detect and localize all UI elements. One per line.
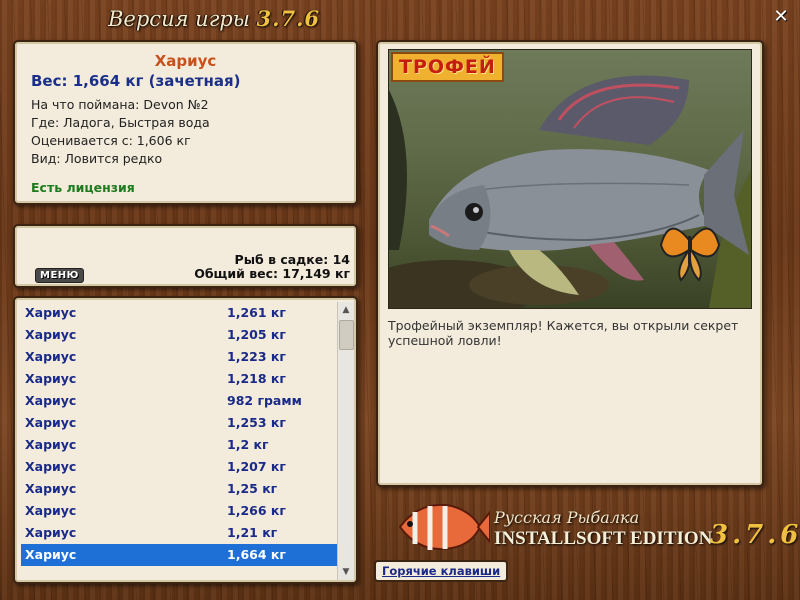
catch-row-weight: 1,205 кг <box>227 327 286 342</box>
window-title: Версия игры 3.7.6 <box>108 6 320 31</box>
catch-list: Хариус 1,261 кг Хариус 1,205 кг Хариус 1,223 … <box>21 302 337 566</box>
catch-row-name: Хариус <box>25 503 77 518</box>
catch-row-name: Хариус <box>25 481 77 496</box>
catch-row-weight: 1,253 кг <box>227 415 286 430</box>
catch-row-weight: 1,218 кг <box>227 371 286 386</box>
catch-row[interactable]: Хариус 1,253 кг <box>21 412 337 434</box>
total-weight: Общий вес: 17,149 кг <box>194 266 350 281</box>
threshold-info: Оценивается с: 1,606 кг <box>31 133 191 148</box>
catch-row-name: Хариус <box>25 525 77 540</box>
fish-count: Рыб в садке: 14 <box>234 252 350 267</box>
scroll-thumb[interactable] <box>339 320 354 350</box>
scroll-down-icon[interactable]: ▼ <box>338 564 354 580</box>
fish-weight: Вес: 1,664 кг (зачетная) <box>31 72 241 90</box>
catch-row-weight: 1,2 кг <box>227 437 269 452</box>
trophy-panel: ТРОФЕЙ Трофейный экземпляр! Кажется, вы … <box>376 40 764 487</box>
trophy-badge: ТРОФЕЙ <box>391 52 504 82</box>
bait-info: На что поймана: Devon №2 <box>31 97 209 112</box>
catch-row-weight: 1,223 кг <box>227 349 286 364</box>
catch-row[interactable]: Хариус 982 грамм <box>21 390 337 412</box>
close-button[interactable]: ✕ <box>772 8 790 26</box>
catch-row-name: Хариус <box>25 459 77 474</box>
catch-row[interactable]: Хариус 1,218 кг <box>21 368 337 390</box>
catch-list-scrollbar[interactable]: ▲ ▼ <box>337 302 354 580</box>
trophy-caption: Трофейный экземпляр! Кажется, вы открыли… <box>388 318 739 348</box>
butterfly-icon <box>659 227 721 282</box>
fish-name: Хариус <box>154 52 217 70</box>
catch-row[interactable]: Хариус 1,205 кг <box>21 324 337 346</box>
game-logo: Русская Рыбалка INSTALLSOFT EDITION 3.7.… <box>390 492 798 562</box>
place-info: Где: Ладога, Быстрая вода <box>31 115 210 130</box>
catch-row-weight: 1,25 кг <box>227 481 278 496</box>
catch-list-panel: Хариус 1,261 кг Хариус 1,205 кг Хариус 1,223 … <box>13 296 358 584</box>
catch-row-name: Хариус <box>25 327 77 342</box>
logo-edition: INSTALLSOFT EDITION <box>494 528 713 549</box>
logo-game-name: Русская Рыбалка <box>494 508 640 527</box>
catch-row[interactable]: Хариус 1,25 кг <box>21 478 337 500</box>
catch-row[interactable]: Хариус 1,266 кг <box>21 500 337 522</box>
catch-row-weight: 1,266 кг <box>227 503 286 518</box>
window-version: 3.7.6 <box>256 6 321 31</box>
hotkeys-link[interactable]: Горячие клавиши <box>374 560 509 582</box>
catch-row-name: Хариус <box>25 349 77 364</box>
logo-version: 3.7.6 <box>710 520 800 550</box>
catch-row-weight: 1,21 кг <box>227 525 278 540</box>
catch-row-name: Хариус <box>25 305 77 320</box>
kind-info: Вид: Ловится редко <box>31 151 163 166</box>
catch-row-name: Хариус <box>25 437 77 452</box>
catch-row-name: Хариус <box>25 393 77 408</box>
catch-row[interactable]: Хариус 1,2 кг <box>21 434 337 456</box>
catch-row[interactable]: Хариус 1,223 кг <box>21 346 337 368</box>
catch-row[interactable]: Хариус 1,207 кг <box>21 456 337 478</box>
catch-row-name: Хариус <box>25 371 77 386</box>
catch-row[interactable]: Хариус 1,261 кг <box>21 302 337 324</box>
scroll-up-icon[interactable]: ▲ <box>338 302 354 318</box>
catch-row[interactable]: Хариус 1,664 кг <box>21 544 337 566</box>
catch-row-weight: 1,261 кг <box>227 305 286 320</box>
catch-row-weight: 1,207 кг <box>227 459 286 474</box>
grayling-fish-illustration <box>389 75 751 308</box>
fish-info-panel: Хариус Вес: 1,664 кг (зачетная) На что п… <box>13 40 358 205</box>
fish-details: На что поймана: Devon №2 Где: Ладога, Бы… <box>31 96 340 168</box>
logo-fish-icon <box>398 504 490 550</box>
catch-row-weight: 982 грамм <box>227 393 302 408</box>
catch-row-weight: 1,664 кг <box>227 547 286 562</box>
menu-button[interactable]: МЕНЮ <box>35 268 84 283</box>
catch-row[interactable]: Хариус 1,21 кг <box>21 522 337 544</box>
close-icon: ✕ <box>773 6 789 27</box>
catch-row-name: Хариус <box>25 547 77 562</box>
fish-image: ТРОФЕЙ <box>388 49 752 309</box>
catch-row-name: Хариус <box>25 415 77 430</box>
window-title-text: Версия игры <box>108 7 250 31</box>
catch-summary-panel: МЕНЮ Рыб в садке: 14 Общий вес: 17,149 к… <box>13 224 358 288</box>
license-status: Есть лицензия <box>31 180 135 195</box>
